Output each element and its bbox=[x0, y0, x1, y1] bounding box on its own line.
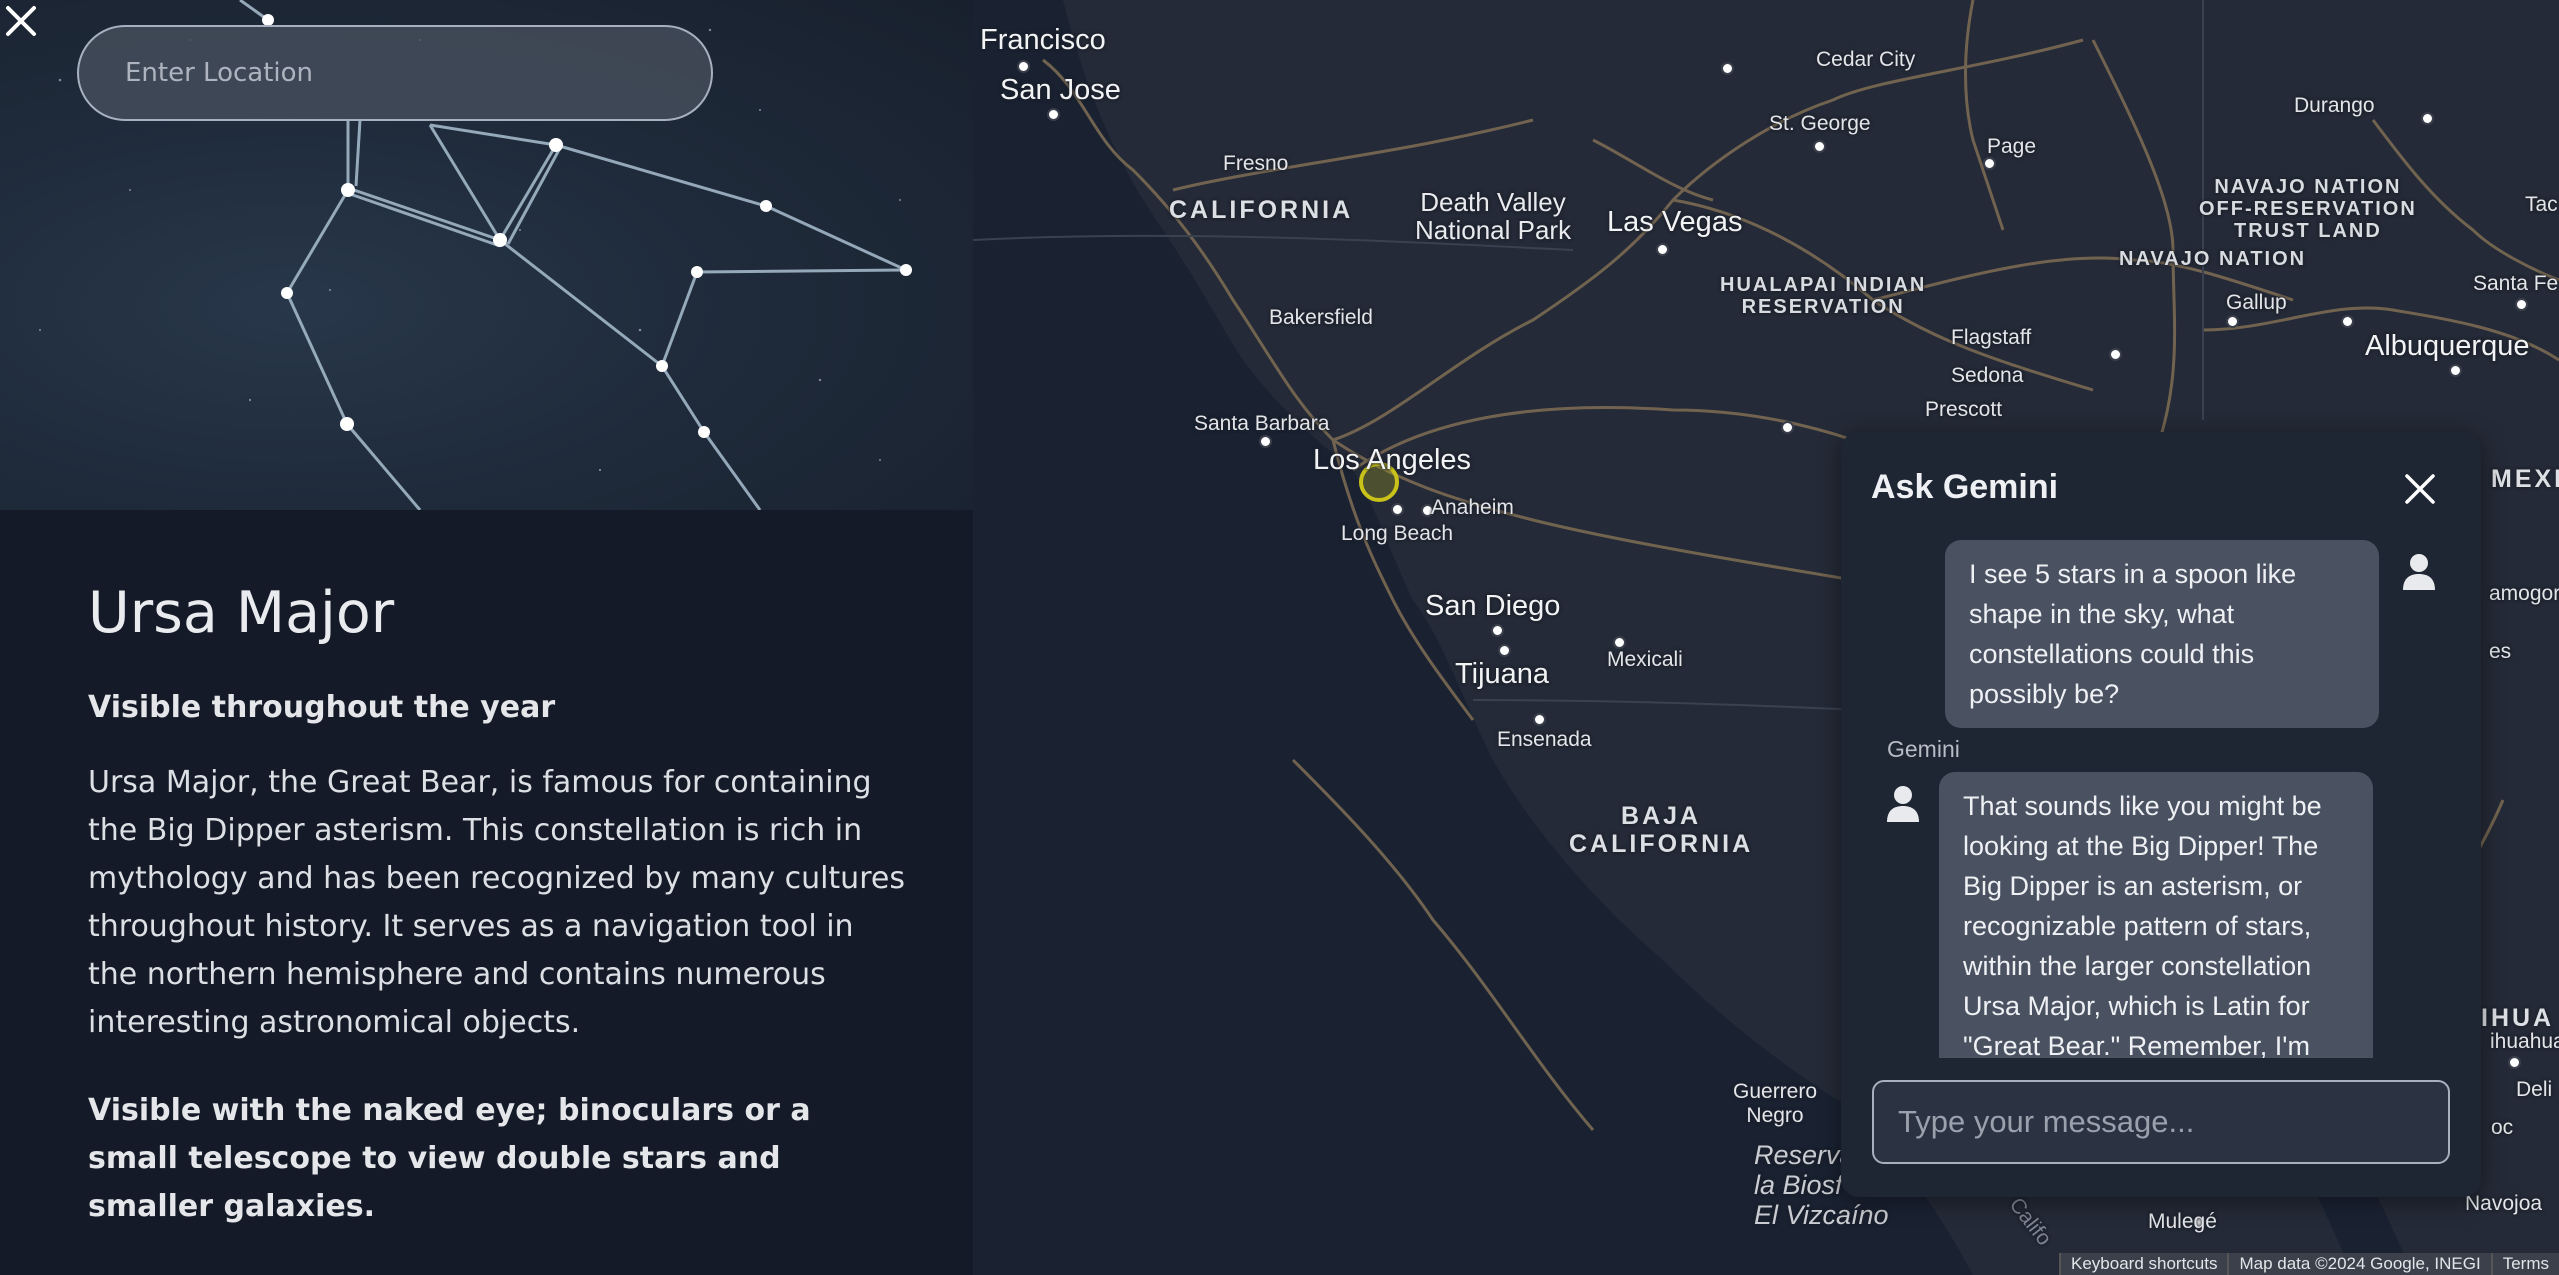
map-label-albuquerque: Albuquerque bbox=[2365, 330, 2530, 362]
map-label-santa-barbara: Santa Barbara bbox=[1194, 412, 1330, 435]
map-label-es: es bbox=[2489, 640, 2512, 663]
map-data-text: Map data ©2024 Google, INEGI bbox=[2227, 1253, 2491, 1275]
map-label-prescott: Prescott bbox=[1925, 398, 2003, 421]
terms-link[interactable]: Terms bbox=[2490, 1253, 2559, 1275]
close-icon[interactable] bbox=[0, 0, 42, 42]
map-label-navojoa: Navojoa bbox=[2465, 1192, 2543, 1215]
keyboard-shortcuts-link[interactable]: Keyboard shortcuts bbox=[2059, 1253, 2228, 1275]
map-label-ihuahua: ihuahua bbox=[2490, 1030, 2559, 1053]
map-label-oc: oc bbox=[2491, 1116, 2514, 1139]
map-label-los-angeles: Los Angeles bbox=[1313, 444, 1472, 476]
map-label-flagstaff: Flagstaff bbox=[1951, 326, 2032, 349]
map-label-francisco: Francisco bbox=[980, 24, 1106, 56]
map-label-baja: BAJA CALIFORNIA bbox=[1569, 802, 1754, 858]
constellation-panel: Ursa Major Visible throughout the year U… bbox=[0, 0, 973, 1275]
user-message: I see 5 stars in a spoon like shape in t… bbox=[1945, 540, 2379, 728]
map-label-amogord: amogord bbox=[2489, 582, 2559, 605]
chat-title: Ask Gemini bbox=[1871, 468, 2059, 506]
map-label-gallup: Gallup bbox=[2226, 291, 2287, 314]
map-label-guerrero-negro: Guerrero Negro bbox=[1733, 1080, 1818, 1127]
gemini-sender-label: Gemini bbox=[1887, 736, 1960, 762]
map-label-durango: Durango bbox=[2294, 94, 2375, 117]
map-label-cedar-city: Cedar City bbox=[1816, 48, 1916, 71]
map-label-san-jose: San Jose bbox=[1000, 74, 1121, 106]
map-label-tijuana: Tijuana bbox=[1455, 658, 1550, 690]
map-label-las-vegas: Las Vegas bbox=[1607, 206, 1743, 238]
location-search-input[interactable] bbox=[77, 25, 713, 121]
constellation-description: Ursa Major, the Great Bear, is famous fo… bbox=[88, 765, 905, 1040]
map-label-navajo-nation: NAVAJO NATION bbox=[2119, 248, 2307, 270]
close-icon[interactable] bbox=[2401, 470, 2439, 508]
map-label-ensenada: Ensenada bbox=[1497, 728, 1592, 751]
user-icon bbox=[1887, 786, 1919, 822]
map-label-anaheim: Anaheim bbox=[1431, 496, 1514, 519]
map-label-santa-fe: Santa Fe bbox=[2473, 272, 2559, 295]
map-label-sedona: Sedona bbox=[1951, 364, 2024, 387]
map-label-california: CALIFORNIA bbox=[1169, 196, 1354, 224]
map-label-long-beach: Long Beach bbox=[1341, 522, 1454, 545]
map-label-bakersfield: Bakersfield bbox=[1269, 306, 1373, 329]
map-label-mex: MEXI bbox=[2491, 465, 2559, 493]
map-label-hualapai: HUALAPAI INDIAN RESERVATION bbox=[1720, 274, 1927, 318]
map-label-ihua: IHUA bbox=[2481, 1004, 2555, 1032]
map-label-san-diego: San Diego bbox=[1425, 590, 1561, 622]
constellation-image bbox=[0, 0, 973, 510]
map-label-deli: Deli bbox=[2516, 1078, 2553, 1101]
visibility-text: Visible throughout the year bbox=[88, 690, 556, 725]
user-icon bbox=[2403, 554, 2435, 590]
viewing-tips: Visible with the naked eye; binoculars o… bbox=[88, 1093, 811, 1224]
constellation-info: Ursa Major Visible throughout the year U… bbox=[88, 580, 908, 1231]
chat-message-input[interactable] bbox=[1872, 1080, 2450, 1164]
map-label-mulege: Mulegé bbox=[2148, 1210, 2217, 1233]
constellation-title: Ursa Major bbox=[88, 580, 395, 646]
map-label-mexicali: Mexicali bbox=[1607, 648, 1683, 671]
chat-messages[interactable]: I see 5 stars in a spoon like shape in t… bbox=[1841, 540, 2481, 1058]
gemini-chat-panel: Ask Gemini I see 5 stars in a spoon like… bbox=[1841, 432, 2481, 1197]
map-attribution: Keyboard shortcuts Map data ©2024 Google… bbox=[2059, 1253, 2559, 1275]
map-label-fresno: Fresno bbox=[1223, 152, 1289, 175]
map-label-death-valley: Death Valley National Park bbox=[1415, 187, 1572, 245]
map-label-st-george: St. George bbox=[1769, 112, 1871, 135]
map-label-navajo-offres: NAVAJO NATION OFF-RESERVATION TRUST LAND bbox=[2199, 176, 2417, 242]
map-label-page: Page bbox=[1987, 135, 2037, 158]
gemini-message: That sounds like you might be looking at… bbox=[1939, 772, 2373, 1058]
map-label-tac: Tac bbox=[2525, 193, 2558, 216]
